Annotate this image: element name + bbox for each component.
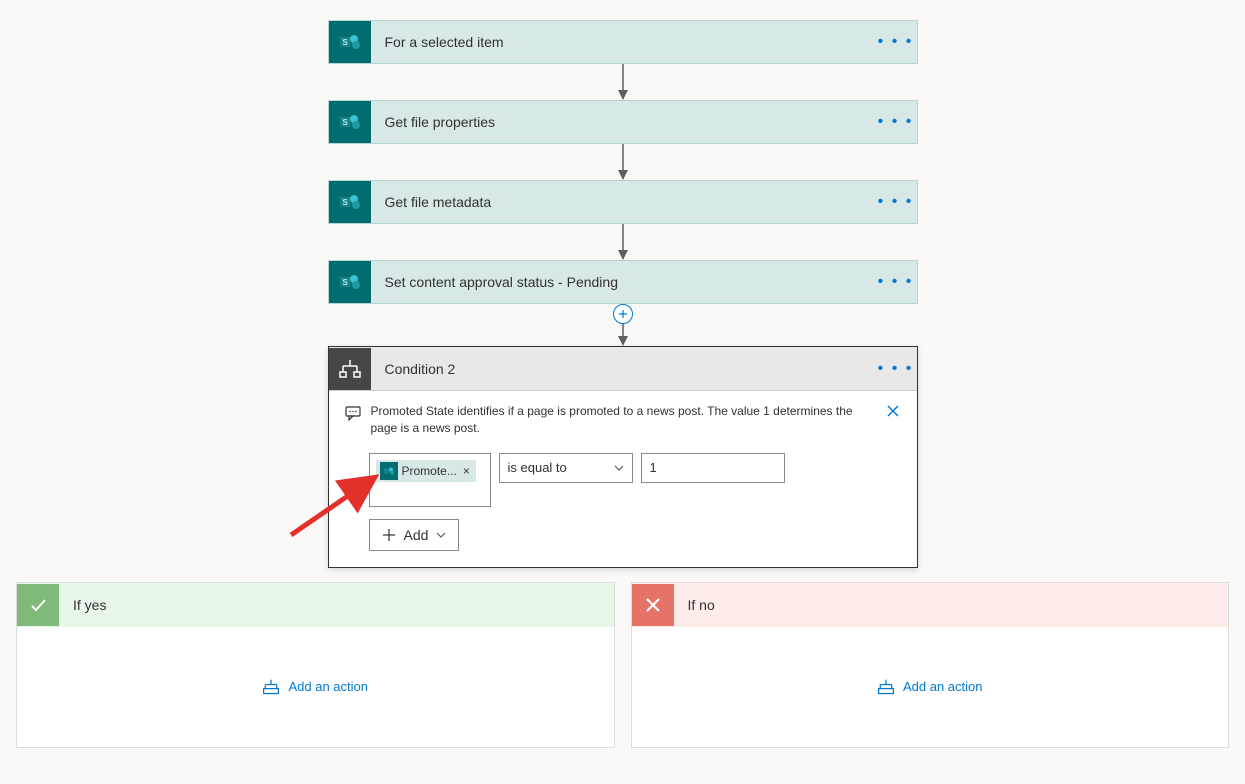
action-menu-button[interactable]: • • •	[875, 193, 917, 211]
condition-card: Condition 2 • • • Promoted State identif…	[328, 346, 918, 568]
add-action-yes[interactable]: Add an action	[262, 678, 368, 696]
branch-yes: If yes Add an action	[16, 582, 615, 748]
add-action-icon	[262, 678, 280, 696]
branch-no-header[interactable]: If no	[632, 583, 1229, 627]
condition-icon	[329, 348, 371, 390]
connector	[616, 64, 630, 100]
action-label: For a selected item	[371, 34, 875, 50]
token-label: Promote...	[402, 464, 457, 478]
close-icon[interactable]	[885, 403, 901, 419]
token-remove-button[interactable]: ×	[461, 464, 472, 478]
action-label: Get file metadata	[371, 194, 875, 210]
add-step-button[interactable]	[613, 304, 633, 324]
sharepoint-icon	[380, 462, 398, 480]
connector	[616, 224, 630, 260]
sharepoint-icon: S	[329, 261, 371, 303]
condition-operator-select[interactable]: is equal to	[499, 453, 633, 483]
comment-icon	[345, 405, 361, 421]
branch-yes-header[interactable]: If yes	[17, 583, 614, 627]
add-action-label: Add an action	[288, 679, 368, 694]
action-for-selected-item[interactable]: S For a selected item • • •	[328, 20, 918, 64]
cross-icon	[632, 584, 674, 626]
add-action-label: Add an action	[903, 679, 983, 694]
sharepoint-icon: S	[329, 21, 371, 63]
condition-left-operand[interactable]: Promote... ×	[369, 453, 491, 507]
action-get-file-properties[interactable]: S Get file properties • • •	[328, 100, 918, 144]
condition-comment: Promoted State identifies if a page is p…	[371, 403, 875, 437]
sharepoint-icon: S	[329, 181, 371, 223]
action-menu-button[interactable]: • • •	[875, 273, 917, 291]
value-text: 1	[650, 460, 657, 475]
condition-title: Condition 2	[371, 361, 875, 377]
action-set-approval-status[interactable]: S Set content approval status - Pending …	[328, 260, 918, 304]
add-button-label: Add	[404, 527, 429, 543]
condition-value-input[interactable]: 1	[641, 453, 785, 483]
add-action-icon	[877, 678, 895, 696]
dynamic-token[interactable]: Promote... ×	[376, 460, 476, 482]
condition-body: Promoted State identifies if a page is p…	[329, 391, 917, 567]
add-expression-button[interactable]: Add	[369, 519, 460, 551]
add-step-connector	[616, 304, 630, 346]
condition-menu-button[interactable]: • • •	[875, 360, 917, 378]
action-get-file-metadata[interactable]: S Get file metadata • • •	[328, 180, 918, 224]
action-menu-button[interactable]: • • •	[875, 33, 917, 51]
plus-icon	[382, 528, 396, 542]
chevron-down-icon	[614, 463, 624, 473]
chevron-down-icon	[436, 530, 446, 540]
connector	[616, 144, 630, 180]
action-label: Get file properties	[371, 114, 875, 130]
branch-no: If no Add an action	[631, 582, 1230, 748]
branch-yes-label: If yes	[59, 597, 106, 613]
condition-header[interactable]: Condition 2 • • •	[329, 347, 917, 391]
action-menu-button[interactable]: • • •	[875, 113, 917, 131]
svg-text:S: S	[342, 38, 347, 47]
add-action-no[interactable]: Add an action	[877, 678, 983, 696]
branch-no-label: If no	[674, 597, 715, 613]
svg-text:S: S	[342, 278, 347, 287]
action-label: Set content approval status - Pending	[371, 274, 875, 290]
svg-text:S: S	[342, 118, 347, 127]
svg-text:S: S	[342, 198, 347, 207]
sharepoint-icon: S	[329, 101, 371, 143]
operator-value: is equal to	[508, 460, 567, 475]
flow-diagram: S For a selected item • • • S Get file p…	[0, 20, 1245, 748]
condition-branches: If yes Add an action If no Add an action	[16, 582, 1229, 748]
checkmark-icon	[17, 584, 59, 626]
